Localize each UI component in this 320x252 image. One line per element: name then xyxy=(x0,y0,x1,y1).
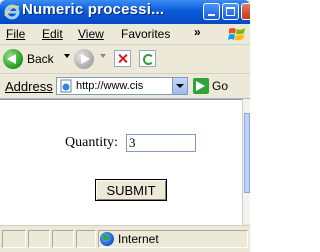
submit-button[interactable]: SUBMIT xyxy=(95,179,167,201)
address-input[interactable]: http://www.cis xyxy=(56,77,188,95)
stop-icon[interactable] xyxy=(114,50,131,67)
go-button[interactable]: Go xyxy=(212,79,228,93)
status-bar: Internet xyxy=(0,225,250,252)
menu-overflow-chevron[interactable]: » xyxy=(194,25,201,39)
status-pane xyxy=(52,230,74,248)
back-dropdown-icon[interactable] xyxy=(64,54,70,58)
page-content: Quantity: SUBMIT xyxy=(0,99,242,225)
forward-arrow-icon[interactable] xyxy=(74,49,94,69)
window-title: Numeric processi... xyxy=(22,1,165,18)
status-pane xyxy=(76,230,96,248)
browser-window: Numeric processi... File Edit View Favor… xyxy=(0,0,250,252)
menu-edit-label: Edit xyxy=(42,27,63,41)
menu-view[interactable]: View xyxy=(78,27,104,41)
vertical-scrollbar[interactable] xyxy=(242,99,250,224)
menu-file[interactable]: File xyxy=(6,27,25,41)
go-arrow-icon[interactable] xyxy=(193,78,209,94)
toolbar: Back xyxy=(0,45,250,74)
back-button-label: Back xyxy=(27,52,54,66)
menu-favorites[interactable]: Favorites xyxy=(121,27,170,41)
globe-icon xyxy=(100,232,114,246)
security-zone-label: Internet xyxy=(118,232,159,246)
address-dropdown-icon[interactable] xyxy=(172,78,187,94)
address-value: http://www.cis xyxy=(76,80,144,92)
menu-bar: File Edit View Favorites » xyxy=(0,24,250,45)
back-arrow-icon xyxy=(3,49,23,69)
page-icon xyxy=(60,79,72,93)
title-bar[interactable]: Numeric processi... xyxy=(0,0,250,24)
address-label: Address xyxy=(5,79,53,94)
minimize-button[interactable] xyxy=(203,3,220,20)
quantity-input[interactable] xyxy=(126,134,196,152)
ie-logo-icon xyxy=(4,4,20,20)
quantity-label: Quantity: xyxy=(65,135,118,150)
scrollbar-thumb[interactable] xyxy=(244,113,250,193)
status-pane xyxy=(28,230,50,248)
status-pane xyxy=(2,230,26,248)
maximize-button[interactable] xyxy=(222,3,239,20)
address-bar: Address http://www.cis Go xyxy=(0,74,250,99)
address-label-text: Address xyxy=(5,79,53,94)
menu-favorites-label: Favorites xyxy=(121,27,171,41)
menu-view-label: View xyxy=(78,27,104,41)
windows-logo-icon xyxy=(228,28,245,41)
forward-dropdown-icon[interactable] xyxy=(100,54,106,58)
menu-file-label: File xyxy=(6,27,26,41)
menu-edit[interactable]: Edit xyxy=(42,27,63,41)
refresh-icon[interactable] xyxy=(139,50,156,67)
close-button[interactable] xyxy=(241,3,250,20)
